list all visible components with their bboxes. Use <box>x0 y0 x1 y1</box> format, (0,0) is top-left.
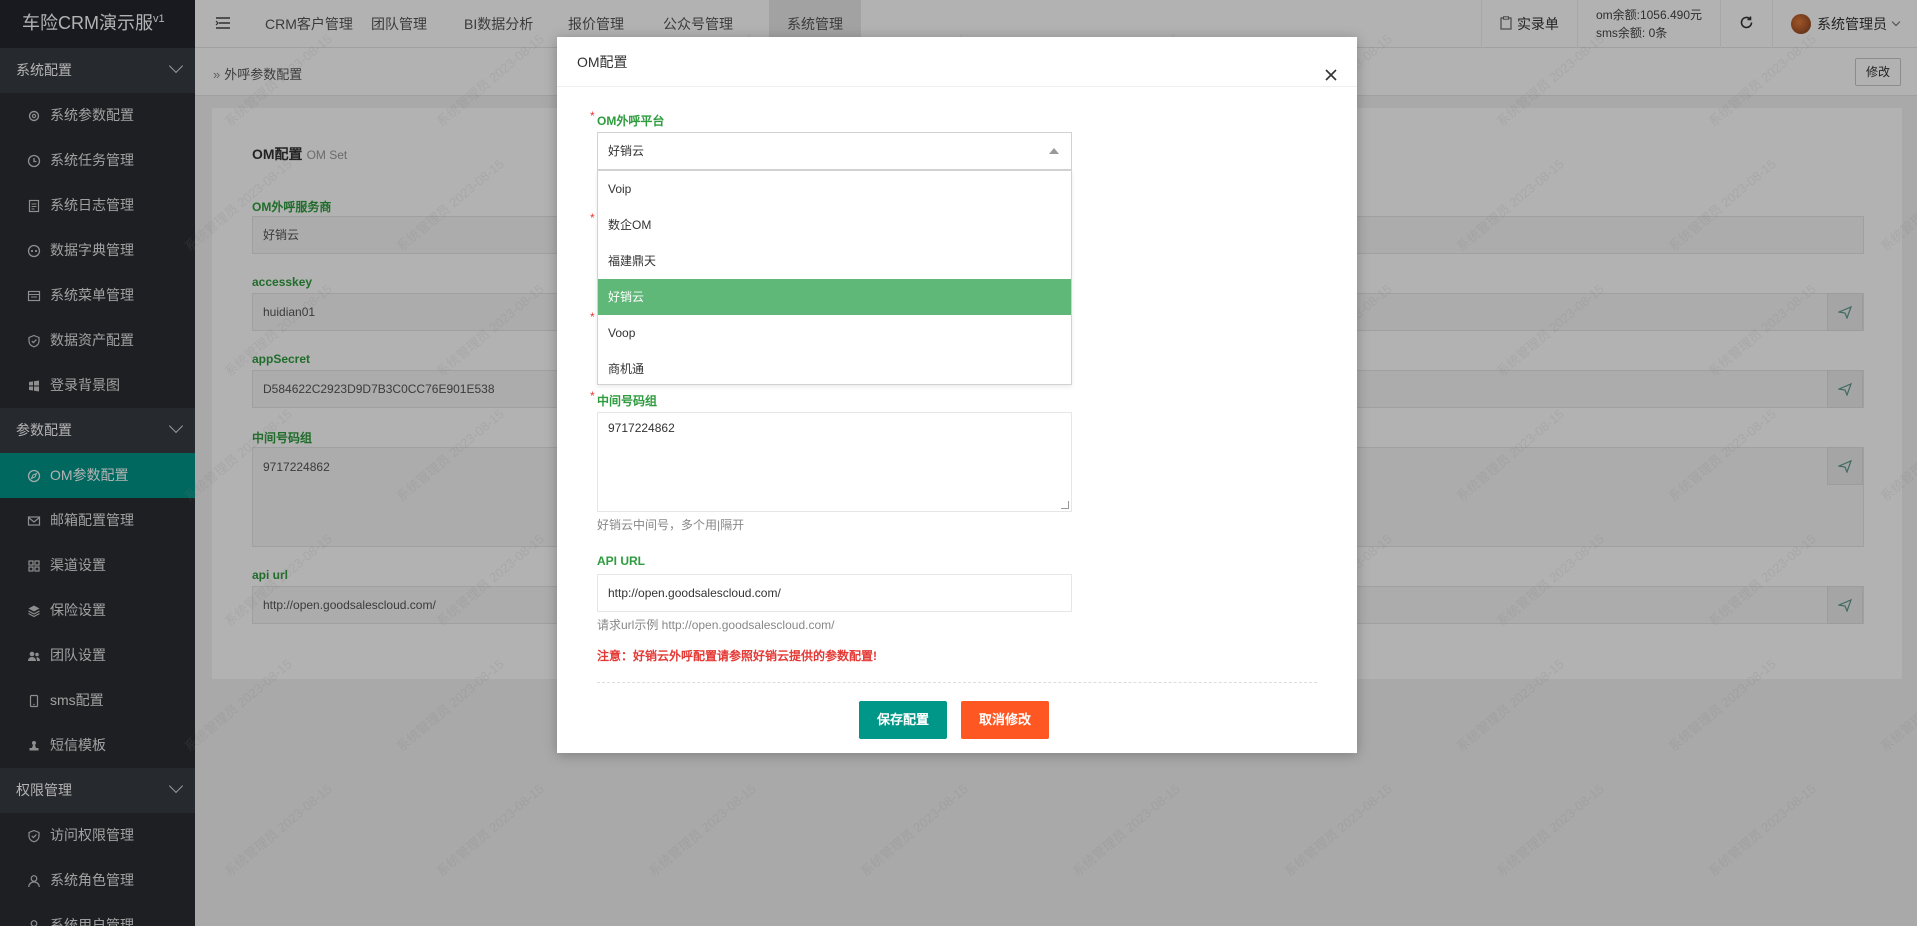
platform-option-shangjitong[interactable]: 商机通 <box>598 351 1071 387</box>
divider <box>597 682 1317 683</box>
platform-option-shuqi-om[interactable]: 数企OM <box>598 207 1071 243</box>
platform-option-fujian-dingtian[interactable]: 福建鼎天 <box>598 243 1071 279</box>
api-url-help: 请求url示例 http://open.goodsalescloud.com/ <box>597 618 835 632</box>
number-group-textarea[interactable]: 9717224862 <box>597 412 1072 512</box>
api-url-label: API URL <box>597 554 645 568</box>
close-icon[interactable] <box>1323 53 1339 81</box>
resize-handle-icon[interactable] <box>1061 501 1069 509</box>
number-group-label: 中间号码组 <box>597 394 658 408</box>
config-warning: 注意：好销云外呼配置请参照好销云提供的参数配置! <box>597 649 877 663</box>
number-group-help: 好销云中间号，多个用|隔开 <box>597 518 745 532</box>
om-config-modal: OM配置 * OM外呼平台 好销云 Voip 数企OM 福建鼎天 好销云 Voo… <box>557 37 1357 753</box>
save-button[interactable]: 保存配置 <box>859 701 948 739</box>
required-mark: * <box>590 109 595 123</box>
cancel-button[interactable]: 取消修改 <box>961 701 1050 739</box>
required-mark: * <box>590 310 595 324</box>
modal-title: OM配置 <box>577 54 628 70</box>
required-mark: * <box>590 389 595 403</box>
caret-up-icon <box>1049 148 1059 154</box>
platform-option-voip[interactable]: Voip <box>598 171 1071 207</box>
api-url-input[interactable]: http://open.goodsalescloud.com/ <box>597 574 1072 612</box>
modal-header: OM配置 <box>557 37 1357 87</box>
platform-label: OM外呼平台 <box>597 114 665 128</box>
platform-option-voop[interactable]: Voop <box>598 315 1071 351</box>
platform-dropdown: Voip 数企OM 福建鼎天 好销云 Voop 商机通 <box>597 170 1072 385</box>
platform-option-goodsalescloud[interactable]: 好销云 <box>598 279 1071 315</box>
required-mark: * <box>590 211 595 225</box>
platform-select[interactable]: 好销云 <box>597 132 1072 170</box>
